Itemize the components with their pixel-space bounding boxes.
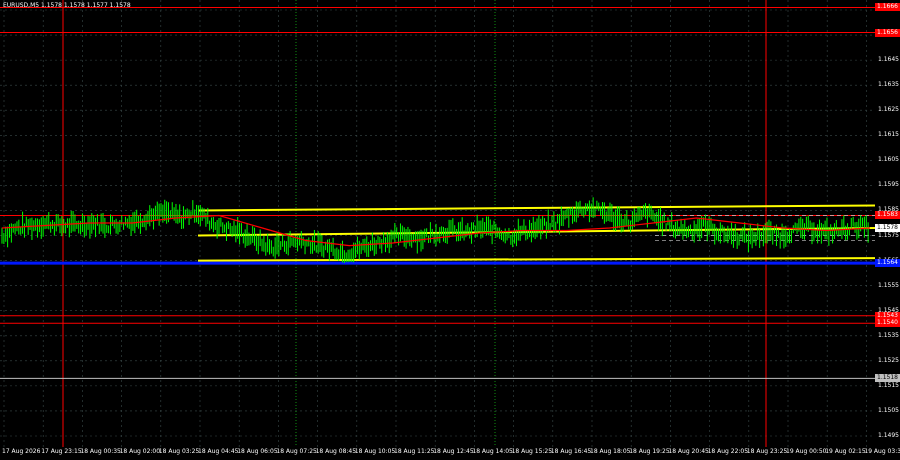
time-tick-label: 18 Aug 03:25 (158, 448, 200, 455)
time-tick-label: 18 Aug 12:45 (433, 448, 474, 455)
price-tick-label: 1.1555 (878, 281, 899, 289)
price-tick-label: 1.1625 (878, 106, 899, 114)
time-tick-label: 18 Aug 02:00 (119, 448, 161, 455)
price-axis[interactable]: 1.16651.16551.16451.16351.16251.16151.16… (875, 0, 900, 460)
time-tick-label: 18 Aug 14:05 (472, 448, 513, 455)
time-tick-label: 18 Aug 11:25 (394, 448, 435, 455)
time-axis[interactable]: 17 Aug 2026 17 Aug 23:15 18 Aug 00:35 18 Au… (0, 447, 900, 460)
time-tick-label: 18 Aug 20:45 (668, 448, 709, 455)
price-tick-label: 1.1515 (878, 381, 899, 389)
time-tick-label: 18 Aug 23:25 (746, 448, 788, 455)
symbol-label: EURUSD,M5 1.1578 1.1578 1.1577 1.1578 (3, 2, 131, 9)
price-tick-label: 1.1495 (878, 432, 899, 439)
time-tick-label: 17 Aug 2026 (2, 448, 41, 455)
time-tick-label: 18 Aug 04:45 (198, 448, 239, 455)
time-tick-label: 18 Aug 18:05 (590, 448, 631, 455)
price-tick-label: 1.1615 (878, 131, 899, 139)
time-tick-label: 18 Aug 15:25 (511, 448, 553, 455)
time-tick-label: 18 Aug 10:05 (354, 448, 396, 455)
price-level-badge: 1.1564 (875, 259, 900, 268)
price-level-badge: 1.1656 (875, 28, 900, 37)
price-tick-label: 1.1595 (878, 181, 899, 189)
time-tick-label: 18 Aug 06:05 (237, 448, 278, 455)
chart-canvas[interactable] (0, 0, 875, 447)
channel-upper-line (197, 204, 875, 212)
price-tick-label: 1.1525 (878, 356, 899, 364)
price-level-badge: 1.1666 (875, 3, 900, 12)
price-tick-label: 1.1635 (878, 81, 899, 89)
price-level-badge: 1.1540 (875, 319, 900, 328)
time-tick-label: 17 Aug 23:15 (41, 448, 82, 455)
time-tick-label: 18 Aug 07:25 (276, 448, 317, 455)
price-level-badge: 1.1578 (875, 224, 900, 232)
price-tick-label: 1.1645 (878, 56, 899, 64)
channel-middle-line (197, 227, 875, 237)
time-tick-label: 19 Aug 03:35 (864, 448, 900, 455)
price-tick-label: 1.1535 (878, 331, 899, 339)
time-tick-label: 19 Aug 00:50 (786, 448, 827, 455)
time-tick-label: 18 Aug 16:45 (550, 448, 592, 455)
channel-lower-line (197, 257, 875, 262)
time-tick-label: 19 Aug 02:15 (825, 448, 866, 455)
price-tick-label: 1.1505 (878, 406, 899, 414)
time-tick-label: 18 Aug 19:25 (629, 448, 670, 455)
price-level-badge: 1.1518 (875, 374, 900, 383)
price-tick-label: 1.1605 (878, 156, 899, 164)
price-tick-label: 1.1575 (878, 231, 899, 239)
time-tick-label: 18 Aug 22:05 (707, 448, 749, 455)
price-level-badge: 1.1583 (875, 211, 900, 220)
time-tick-label: 18 Aug 00:35 (80, 448, 121, 455)
price-chart[interactable]: EURUSD,M5 1.1578 1.1578 1.1577 1.1578 (0, 0, 875, 447)
time-tick-label: 18 Aug 08:45 (315, 448, 357, 455)
